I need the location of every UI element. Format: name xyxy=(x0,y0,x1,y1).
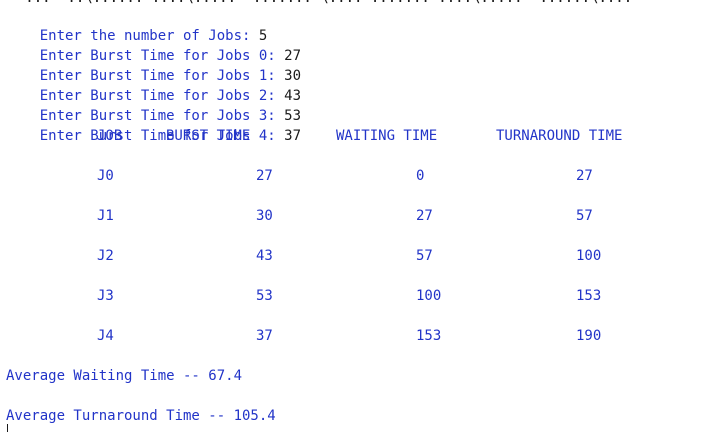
cell-turnaround-time: 100 xyxy=(576,248,602,264)
cell-waiting-time: 153 xyxy=(416,328,442,344)
cell-turnaround-time: 27 xyxy=(576,168,593,184)
cell-burst-time: 37 xyxy=(256,328,273,344)
cell-job: J1 xyxy=(97,208,114,224)
prompt-line-number-of-jobs: Enter the number of Jobs: 5 xyxy=(6,6,268,44)
cell-turnaround-time: 190 xyxy=(576,328,602,344)
cell-job: J2 xyxy=(97,248,114,264)
cell-burst-time: 53 xyxy=(256,288,273,304)
console-output[interactable]: ... ..\...... ....\..... ....... \.... .… xyxy=(0,0,721,432)
text-cursor xyxy=(7,424,8,432)
prompt-line-burst-job-0: Enter Burst Time for Jobs 0: 27 xyxy=(6,26,301,64)
cell-job: J4 xyxy=(97,328,114,344)
cell-job: J3 xyxy=(97,288,114,304)
table-header-burst-time: BURST TIME xyxy=(166,128,251,144)
cell-burst-time: 43 xyxy=(256,248,273,264)
table-header-turnaround-time: TURNAROUND TIME xyxy=(496,128,623,144)
cell-turnaround-time: 57 xyxy=(576,208,593,224)
cell-burst-time: 27 xyxy=(256,168,273,184)
cell-job: J0 xyxy=(97,168,114,184)
table-header-waiting-time: WAITING TIME xyxy=(336,128,438,144)
cell-turnaround-time: 153 xyxy=(576,288,602,304)
prompt-line-burst-job-3: Enter Burst Time for Jobs 3: 53 xyxy=(6,86,301,124)
cell-waiting-time: 0 xyxy=(416,168,425,184)
prompt-line-burst-job-2: Enter Burst Time for Jobs 2: 43 xyxy=(6,66,301,104)
prompt-line-burst-job-4: Enter Burst Time for Jobs 4: 37 xyxy=(6,106,301,144)
average-waiting-time: Average Waiting Time -- 67.4 xyxy=(6,368,243,384)
cell-waiting-time: 57 xyxy=(416,248,433,264)
table-header-job: JOB xyxy=(97,128,123,144)
cell-burst-time: 30 xyxy=(256,208,273,224)
cell-waiting-time: 27 xyxy=(416,208,433,224)
average-turnaround-time: Average Turnaround Time -- 105.4 xyxy=(6,408,276,424)
cell-waiting-time: 100 xyxy=(416,288,442,304)
prompt-input-value: 37 xyxy=(284,128,302,144)
prompt-line-burst-job-1: Enter Burst Time for Jobs 1: 30 xyxy=(6,46,301,84)
